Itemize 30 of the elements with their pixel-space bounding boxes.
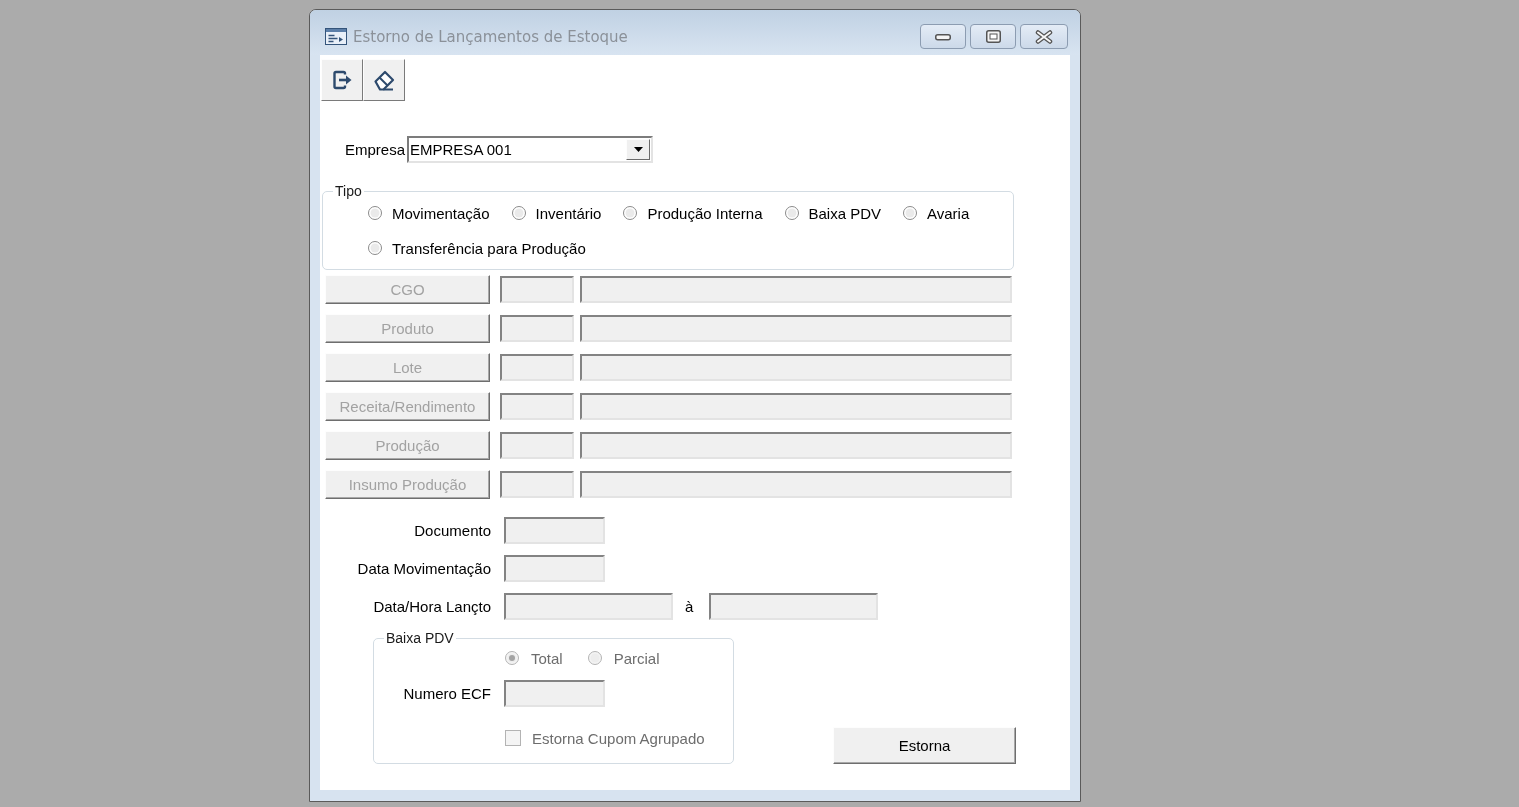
field-label: Numero ECF [403,685,491,702]
dropdown-button[interactable] [626,139,651,160]
radio-button[interactable]: Transferência para Produção [368,238,586,258]
window-icon [325,28,347,45]
caret-icon [633,147,643,152]
window-title: Estorno de Lançamentos de Estoque [353,27,628,46]
company-dropdown[interactable]: EMPRESA 001 [407,136,654,163]
toolbar-button[interactable] [321,59,363,101]
exit-icon [330,68,354,92]
radio-button[interactable]: Inventário [511,203,602,223]
group-label: Tipo [334,183,363,200]
radio-button[interactable]: Produção Interna [623,203,763,223]
minimize-button[interactable] [920,24,966,49]
close-button[interactable] [1020,24,1068,49]
toolbar-button[interactable] [363,59,405,101]
separator-label: à [685,598,694,615]
field-label: Documento [414,522,491,539]
maximize-icon [985,30,1001,43]
radio-button[interactable]: Baixa PDV [784,203,882,223]
field-label: Data Movimentação [357,560,491,577]
minimize-icon [935,32,951,41]
radio-button[interactable]: Movimentação [368,203,490,223]
estorna-button[interactable]: Estorna [833,727,1016,764]
eraser-icon [372,68,396,92]
field-label: Empresa [345,141,406,158]
close-icon [1035,29,1053,44]
radio-button[interactable]: Avaria [903,203,970,223]
field-label: Data/Hora Lançto [373,598,491,615]
group-label: Baixa PDV [385,630,455,647]
maximize-button[interactable] [970,24,1016,49]
